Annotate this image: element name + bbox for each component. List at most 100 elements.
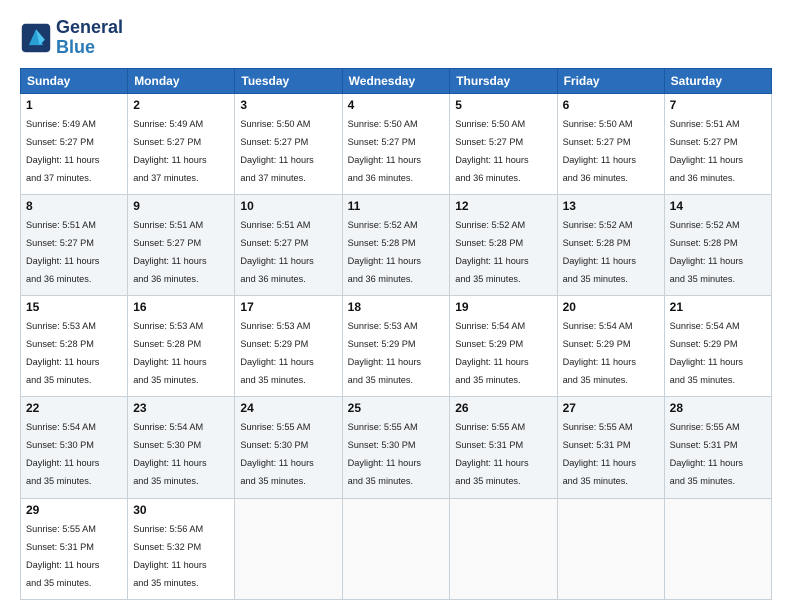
calendar-cell: 10 Sunrise: 5:51 AMSunset: 5:27 PMDaylig… (235, 194, 342, 295)
day-number: 10 (240, 199, 336, 213)
day-info: Sunrise: 5:49 AMSunset: 5:27 PMDaylight:… (26, 119, 99, 183)
day-info: Sunrise: 5:51 AMSunset: 5:27 PMDaylight:… (670, 119, 743, 183)
day-number: 11 (348, 199, 445, 213)
day-info: Sunrise: 5:54 AMSunset: 5:29 PMDaylight:… (563, 321, 636, 385)
day-info: Sunrise: 5:51 AMSunset: 5:27 PMDaylight:… (26, 220, 99, 284)
calendar-cell: 7 Sunrise: 5:51 AMSunset: 5:27 PMDayligh… (664, 93, 771, 194)
day-number: 25 (348, 401, 445, 415)
calendar-cell: 28 Sunrise: 5:55 AMSunset: 5:31 PMDaylig… (664, 397, 771, 498)
calendar-cell: 15 Sunrise: 5:53 AMSunset: 5:28 PMDaylig… (21, 296, 128, 397)
day-info: Sunrise: 5:55 AMSunset: 5:31 PMDaylight:… (670, 422, 743, 486)
calendar-cell (664, 498, 771, 599)
day-info: Sunrise: 5:54 AMSunset: 5:30 PMDaylight:… (133, 422, 206, 486)
day-info: Sunrise: 5:50 AMSunset: 5:27 PMDaylight:… (348, 119, 421, 183)
day-number: 7 (670, 98, 766, 112)
day-info: Sunrise: 5:52 AMSunset: 5:28 PMDaylight:… (348, 220, 421, 284)
day-info: Sunrise: 5:53 AMSunset: 5:28 PMDaylight:… (133, 321, 206, 385)
calendar-cell: 23 Sunrise: 5:54 AMSunset: 5:30 PMDaylig… (128, 397, 235, 498)
day-number: 13 (563, 199, 659, 213)
header: General Blue (20, 18, 772, 58)
calendar-cell: 1 Sunrise: 5:49 AMSunset: 5:27 PMDayligh… (21, 93, 128, 194)
calendar-cell: 30 Sunrise: 5:56 AMSunset: 5:32 PMDaylig… (128, 498, 235, 599)
day-info: Sunrise: 5:56 AMSunset: 5:32 PMDaylight:… (133, 524, 206, 588)
day-number: 30 (133, 503, 229, 517)
calendar-day-header: Thursday (450, 68, 557, 93)
day-info: Sunrise: 5:54 AMSunset: 5:30 PMDaylight:… (26, 422, 99, 486)
calendar-table: SundayMondayTuesdayWednesdayThursdayFrid… (20, 68, 772, 600)
day-number: 8 (26, 199, 122, 213)
day-number: 1 (26, 98, 122, 112)
day-info: Sunrise: 5:53 AMSunset: 5:29 PMDaylight:… (348, 321, 421, 385)
day-info: Sunrise: 5:52 AMSunset: 5:28 PMDaylight:… (455, 220, 528, 284)
calendar-cell: 4 Sunrise: 5:50 AMSunset: 5:27 PMDayligh… (342, 93, 450, 194)
calendar-cell: 19 Sunrise: 5:54 AMSunset: 5:29 PMDaylig… (450, 296, 557, 397)
day-info: Sunrise: 5:52 AMSunset: 5:28 PMDaylight:… (670, 220, 743, 284)
day-number: 22 (26, 401, 122, 415)
calendar-day-header: Sunday (21, 68, 128, 93)
calendar-day-header: Monday (128, 68, 235, 93)
day-info: Sunrise: 5:53 AMSunset: 5:28 PMDaylight:… (26, 321, 99, 385)
day-info: Sunrise: 5:51 AMSunset: 5:27 PMDaylight:… (133, 220, 206, 284)
calendar-cell: 22 Sunrise: 5:54 AMSunset: 5:30 PMDaylig… (21, 397, 128, 498)
day-info: Sunrise: 5:52 AMSunset: 5:28 PMDaylight:… (563, 220, 636, 284)
calendar-cell: 27 Sunrise: 5:55 AMSunset: 5:31 PMDaylig… (557, 397, 664, 498)
calendar-cell: 17 Sunrise: 5:53 AMSunset: 5:29 PMDaylig… (235, 296, 342, 397)
day-number: 5 (455, 98, 551, 112)
day-number: 2 (133, 98, 229, 112)
calendar-cell: 25 Sunrise: 5:55 AMSunset: 5:30 PMDaylig… (342, 397, 450, 498)
day-number: 14 (670, 199, 766, 213)
day-number: 18 (348, 300, 445, 314)
day-info: Sunrise: 5:51 AMSunset: 5:27 PMDaylight:… (240, 220, 313, 284)
day-info: Sunrise: 5:54 AMSunset: 5:29 PMDaylight:… (455, 321, 528, 385)
calendar-cell (557, 498, 664, 599)
calendar-cell: 11 Sunrise: 5:52 AMSunset: 5:28 PMDaylig… (342, 194, 450, 295)
day-number: 4 (348, 98, 445, 112)
day-number: 27 (563, 401, 659, 415)
calendar-cell: 9 Sunrise: 5:51 AMSunset: 5:27 PMDayligh… (128, 194, 235, 295)
day-number: 20 (563, 300, 659, 314)
day-number: 17 (240, 300, 336, 314)
day-number: 15 (26, 300, 122, 314)
calendar-cell: 13 Sunrise: 5:52 AMSunset: 5:28 PMDaylig… (557, 194, 664, 295)
day-number: 6 (563, 98, 659, 112)
calendar-cell: 24 Sunrise: 5:55 AMSunset: 5:30 PMDaylig… (235, 397, 342, 498)
calendar-day-header: Friday (557, 68, 664, 93)
calendar-cell: 20 Sunrise: 5:54 AMSunset: 5:29 PMDaylig… (557, 296, 664, 397)
calendar-cell: 5 Sunrise: 5:50 AMSunset: 5:27 PMDayligh… (450, 93, 557, 194)
day-number: 3 (240, 98, 336, 112)
calendar-cell: 6 Sunrise: 5:50 AMSunset: 5:27 PMDayligh… (557, 93, 664, 194)
logo: General Blue (20, 18, 123, 58)
calendar-cell: 18 Sunrise: 5:53 AMSunset: 5:29 PMDaylig… (342, 296, 450, 397)
logo-icon (20, 22, 52, 54)
day-info: Sunrise: 5:55 AMSunset: 5:31 PMDaylight:… (26, 524, 99, 588)
calendar-cell: 12 Sunrise: 5:52 AMSunset: 5:28 PMDaylig… (450, 194, 557, 295)
calendar-cell (342, 498, 450, 599)
day-info: Sunrise: 5:50 AMSunset: 5:27 PMDaylight:… (455, 119, 528, 183)
day-number: 9 (133, 199, 229, 213)
day-info: Sunrise: 5:55 AMSunset: 5:31 PMDaylight:… (563, 422, 636, 486)
logo-text: General Blue (56, 18, 123, 58)
calendar-cell (450, 498, 557, 599)
day-number: 21 (670, 300, 766, 314)
day-info: Sunrise: 5:50 AMSunset: 5:27 PMDaylight:… (563, 119, 636, 183)
day-info: Sunrise: 5:55 AMSunset: 5:30 PMDaylight:… (240, 422, 313, 486)
calendar-cell: 26 Sunrise: 5:55 AMSunset: 5:31 PMDaylig… (450, 397, 557, 498)
calendar-cell: 3 Sunrise: 5:50 AMSunset: 5:27 PMDayligh… (235, 93, 342, 194)
day-number: 28 (670, 401, 766, 415)
day-number: 16 (133, 300, 229, 314)
calendar-cell: 2 Sunrise: 5:49 AMSunset: 5:27 PMDayligh… (128, 93, 235, 194)
page: General Blue SundayMondayTuesdayWednesda… (0, 0, 792, 612)
day-info: Sunrise: 5:55 AMSunset: 5:30 PMDaylight:… (348, 422, 421, 486)
calendar-cell: 8 Sunrise: 5:51 AMSunset: 5:27 PMDayligh… (21, 194, 128, 295)
day-info: Sunrise: 5:55 AMSunset: 5:31 PMDaylight:… (455, 422, 528, 486)
calendar-cell: 29 Sunrise: 5:55 AMSunset: 5:31 PMDaylig… (21, 498, 128, 599)
calendar-header-row: SundayMondayTuesdayWednesdayThursdayFrid… (21, 68, 772, 93)
calendar-day-header: Saturday (664, 68, 771, 93)
day-info: Sunrise: 5:54 AMSunset: 5:29 PMDaylight:… (670, 321, 743, 385)
day-info: Sunrise: 5:49 AMSunset: 5:27 PMDaylight:… (133, 119, 206, 183)
calendar-day-header: Wednesday (342, 68, 450, 93)
day-number: 12 (455, 199, 551, 213)
day-number: 26 (455, 401, 551, 415)
calendar-day-header: Tuesday (235, 68, 342, 93)
calendar-cell: 16 Sunrise: 5:53 AMSunset: 5:28 PMDaylig… (128, 296, 235, 397)
